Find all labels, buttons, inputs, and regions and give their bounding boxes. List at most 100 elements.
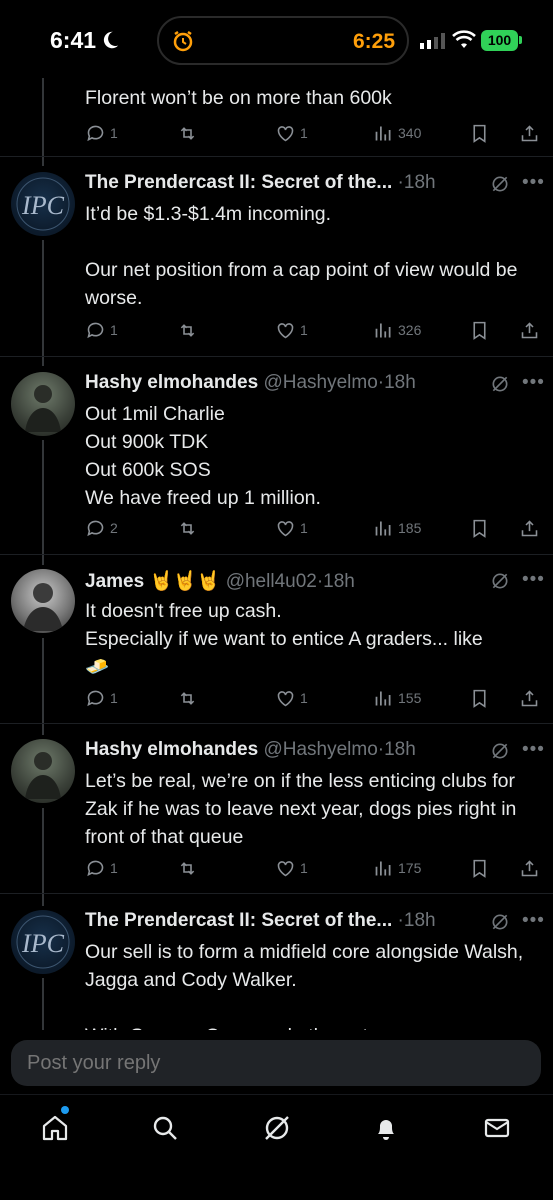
tab-search[interactable] [150, 1113, 180, 1143]
tab-messages[interactable] [482, 1113, 512, 1143]
more-options-icon[interactable]: ••• [522, 569, 545, 591]
grok-icon [265, 1116, 289, 1140]
grok-icon[interactable] [490, 741, 510, 761]
reply-count: 1 [110, 690, 118, 706]
alarm-clock-icon [173, 30, 193, 52]
share-button[interactable] [519, 121, 540, 145]
tweet-age[interactable]: 18h [384, 372, 416, 393]
grok-icon[interactable] [490, 571, 510, 591]
like-button[interactable]: 1 [275, 121, 308, 145]
grok-icon[interactable] [490, 174, 510, 194]
repost-button[interactable] [177, 318, 198, 342]
repost-button[interactable] [177, 686, 198, 710]
views-button[interactable]: 155 [373, 686, 421, 710]
repost-button[interactable] [177, 516, 198, 540]
avatar[interactable]: IPC [11, 172, 75, 236]
reply-button[interactable]: 1 [85, 686, 118, 710]
views-button[interactable]: 326 [373, 318, 421, 342]
share-button[interactable] [519, 856, 540, 880]
tab-notifications[interactable] [371, 1113, 401, 1143]
bookmark-icon [473, 859, 486, 878]
more-options-icon[interactable]: ••• [522, 172, 545, 194]
views-icon [375, 521, 391, 535]
moon-icon [103, 31, 119, 49]
share-button[interactable] [519, 686, 540, 710]
tab-home[interactable] [40, 1113, 70, 1143]
tab-grok[interactable] [262, 1113, 292, 1143]
repost-button[interactable] [177, 121, 198, 145]
tweet-age[interactable]: 18h [404, 172, 436, 193]
heart-icon [277, 125, 294, 141]
display-name[interactable]: James 🤘🤘🤘 [85, 571, 220, 592]
avatar[interactable] [11, 739, 75, 803]
reply-thread: Florent won’t be on more than 600k 1 1 3… [0, 0, 553, 1030]
tweet-divider [0, 723, 553, 724]
reply-button[interactable]: 1 [85, 856, 118, 880]
like-count: 1 [300, 520, 308, 536]
like-button[interactable]: 1 [275, 318, 308, 342]
heart-icon [277, 520, 294, 536]
reply-button[interactable]: 2 [85, 516, 118, 540]
display-name[interactable]: The Prendercast II: Secret of the... [85, 910, 392, 931]
tweet-age[interactable]: 18h [384, 739, 416, 760]
user-handle[interactable]: @Hashyelmo [263, 739, 377, 760]
tweet-header: Hashy elmohandes @Hashyelmo·18h ••• [85, 372, 545, 400]
tweet-text: It doesn't free up cash. Especially if w… [85, 600, 483, 678]
tweet-actions: 2 1 185 [0, 516, 553, 540]
avatar[interactable]: IPC [11, 910, 75, 974]
tweet-header: Hashy elmohandes @Hashyelmo·18h ••• [85, 739, 545, 767]
bookmark-button[interactable] [469, 686, 490, 710]
like-button[interactable]: 1 [275, 516, 308, 540]
repost-icon [180, 323, 195, 337]
tweet-age[interactable]: 18h [323, 571, 355, 592]
battery-tip [519, 36, 522, 44]
like-button[interactable]: 1 [275, 686, 308, 710]
tweet-actions: 1 1 175 [0, 856, 553, 880]
more-options-icon[interactable]: ••• [522, 739, 545, 761]
heart-icon [277, 690, 294, 706]
repost-button[interactable] [177, 856, 198, 880]
reply-input[interactable] [27, 1052, 517, 1075]
reply-composer[interactable] [11, 1040, 541, 1086]
cellular-signal-icon [420, 33, 445, 49]
share-icon [521, 321, 538, 338]
views-icon [375, 126, 391, 140]
views-count: 185 [398, 520, 422, 536]
reply-count: 1 [110, 125, 118, 141]
avatar[interactable] [11, 372, 75, 436]
user-photo-icon [23, 583, 63, 631]
more-options-icon[interactable]: ••• [522, 910, 545, 932]
dynamic-island[interactable]: 6:25 [157, 16, 409, 65]
wifi-icon [452, 30, 476, 48]
views-button[interactable]: 340 [373, 121, 421, 145]
repost-icon [180, 691, 195, 705]
bookmark-button[interactable] [469, 856, 490, 880]
display-name[interactable]: Hashy elmohandes [85, 372, 258, 393]
display-name[interactable]: The Prendercast II: Secret of the... [85, 172, 392, 193]
tweet-age[interactable]: 18h [404, 910, 436, 931]
bookmark-button[interactable] [469, 318, 490, 342]
user-handle[interactable]: @hell4u02 [226, 571, 317, 592]
share-icon [521, 124, 538, 141]
bookmark-button[interactable] [469, 121, 490, 145]
reply-button[interactable]: 1 [85, 318, 118, 342]
reply-icon [87, 520, 104, 536]
grok-icon[interactable] [490, 374, 510, 394]
like-button[interactable]: 1 [275, 856, 308, 880]
share-button[interactable] [519, 318, 540, 342]
repost-icon [180, 521, 195, 535]
user-handle[interactable]: @Hashyelmo [263, 372, 377, 393]
like-count: 1 [300, 322, 308, 338]
share-button[interactable] [519, 516, 540, 540]
views-count: 155 [398, 690, 422, 706]
bookmark-button[interactable] [469, 516, 490, 540]
views-button[interactable]: 175 [373, 856, 421, 880]
avatar[interactable] [11, 569, 75, 633]
views-button[interactable]: 185 [373, 516, 421, 540]
more-options-icon[interactable]: ••• [522, 372, 545, 394]
tweet-divider [0, 893, 553, 894]
display-name[interactable]: Hashy elmohandes [85, 739, 258, 760]
reply-button[interactable]: 1 [85, 121, 118, 145]
grok-icon[interactable] [490, 912, 510, 932]
views-icon [375, 323, 391, 337]
